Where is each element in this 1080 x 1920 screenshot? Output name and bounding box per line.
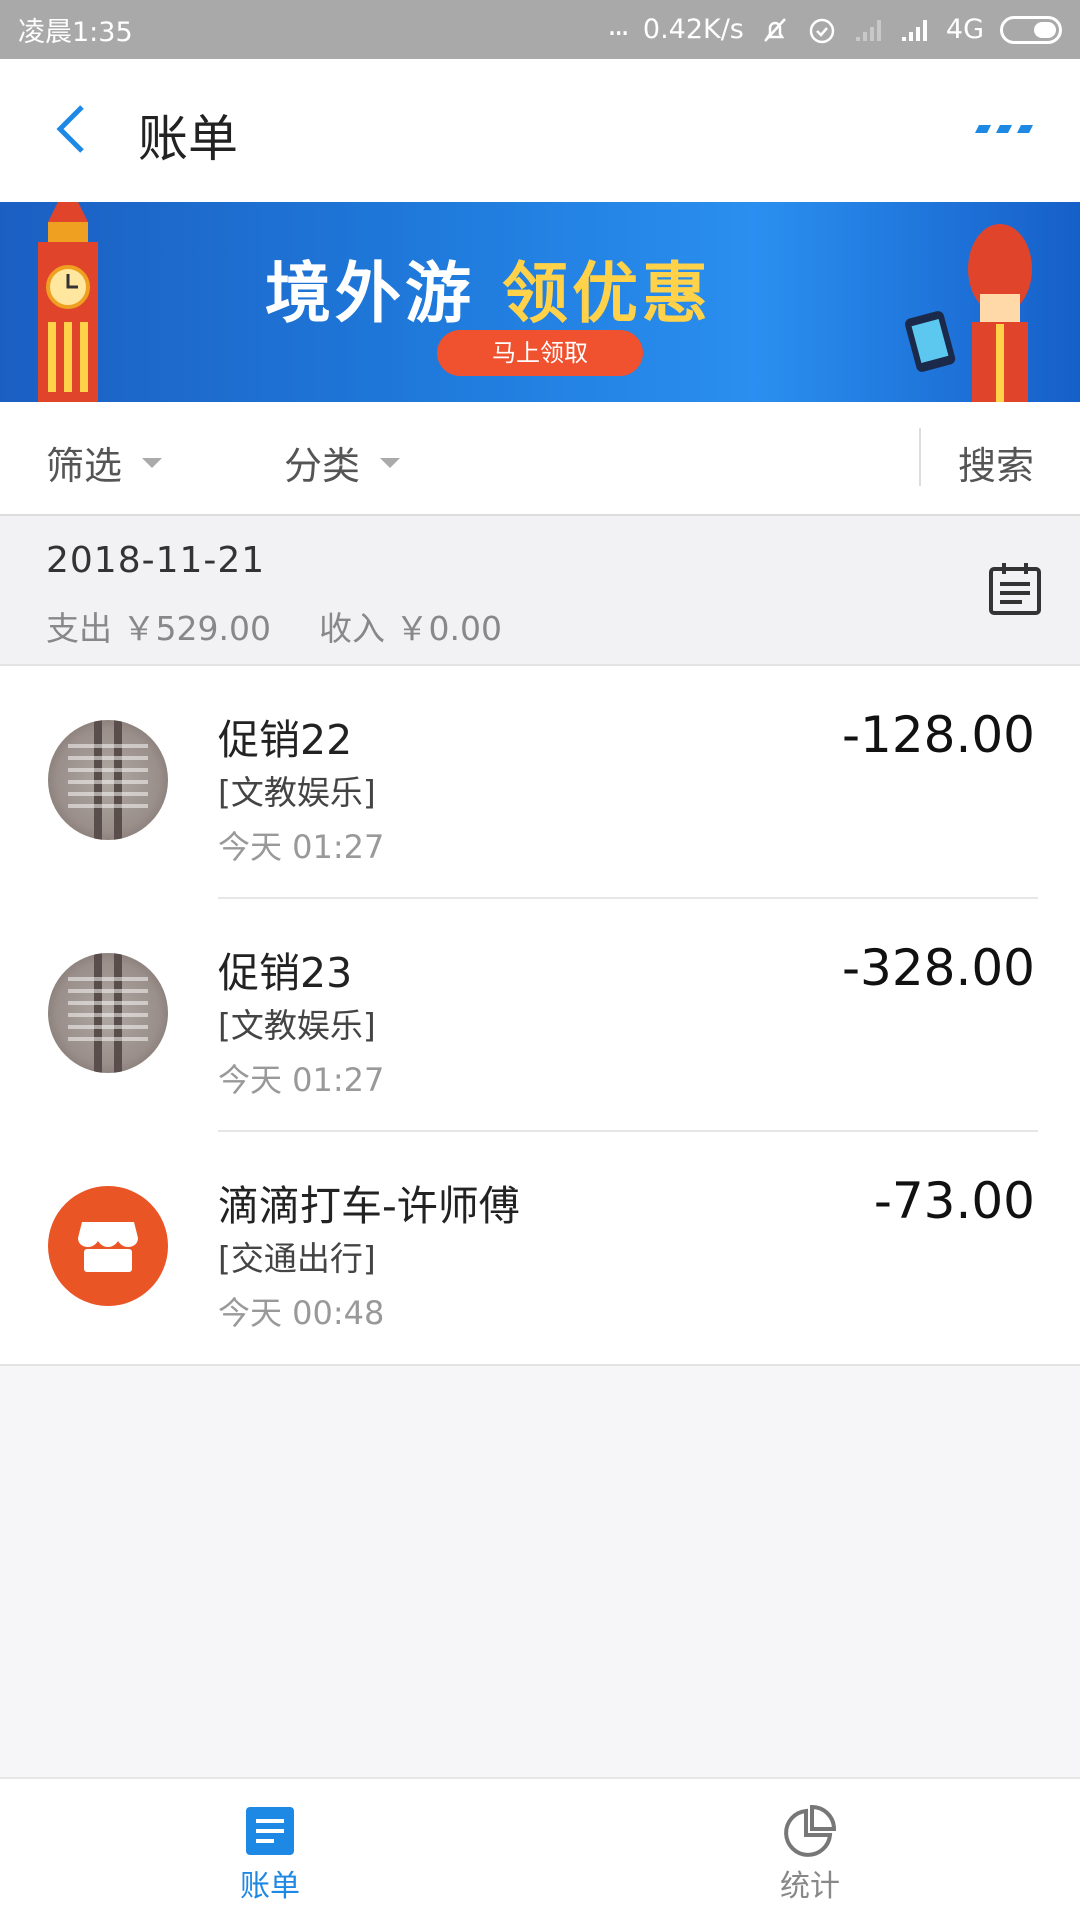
more-button[interactable] [968,109,1038,149]
clock-tower-icon [38,202,98,402]
expense-total: 支出 ￥529.00 [46,609,271,648]
transaction-list: 促销22 [文教娱乐] 今天 01:27 -128.00 促销23 [文教娱乐]… [0,666,1080,1366]
pie-chart-icon [784,1804,837,1857]
chevron-left-icon [56,105,84,153]
transaction-category: [交通出行] [218,1239,376,1278]
document-photo-icon [48,953,168,1073]
bottom-tab-bar: 账单 统计 [0,1777,1080,1920]
summary-stats: 支出 ￥529.00 收入 ￥0.00 [46,602,502,650]
page-title: 账单 [138,110,238,168]
banner-title: 境外游 领优惠 [265,240,712,336]
notification-dots: ... [607,8,630,43]
bill-list-icon [246,1807,294,1855]
shop-icon [48,1186,168,1306]
back-button[interactable] [40,99,100,159]
top-bar: 账单 [0,59,1080,202]
caret-down-icon [142,457,163,468]
status-icons: ... 0.42K/s 4G [607,8,1062,46]
status-bar: 凌晨1:35 ... 0.42K/s 4G [0,0,1080,59]
divider [919,428,921,486]
transaction-name: 滴滴打车-许师傅 [218,1182,520,1230]
summary-date: 2018-11-21 [46,540,266,581]
transaction-amount: -73.00 [873,1172,1035,1230]
caret-down-icon [380,457,401,468]
transaction-category: [文教娱乐] [218,1006,376,1045]
transaction-name: 促销23 [218,949,353,997]
signal-empty-icon [854,17,884,43]
filter-label: 筛选 [46,444,123,488]
income-total: 收入 ￥0.00 [318,609,502,648]
more-dots-icon [975,125,1033,133]
transaction-time: 今天 00:48 [218,1294,385,1332]
filter-bar: 筛选 分类 搜索 [0,402,1080,516]
filter-dropdown[interactable]: 筛选 [46,435,163,490]
battery-icon [1000,15,1062,44]
category-dropdown[interactable]: 分类 [284,435,401,490]
category-label: 分类 [284,444,361,488]
day-summary: 2018-11-21 支出 ￥529.00 收入 ￥0.00 [0,516,1080,666]
tab-label: 统计 [780,1869,840,1904]
document-photo-icon [48,720,168,840]
calendar-button[interactable] [986,560,1046,620]
banner-claim-button[interactable]: 马上领取 [437,330,643,376]
transaction-name: 促销22 [218,716,353,764]
signal-icon [900,17,930,43]
network-type: 4G [945,14,984,45]
search-button[interactable]: 搜索 [958,435,1034,490]
tab-label: 账单 [240,1869,300,1904]
alarm-icon [806,14,838,46]
royal-guard-icon [905,224,1032,402]
transaction-amount: -128.00 [842,706,1035,764]
transaction-amount: -328.00 [842,939,1035,997]
transaction-row[interactable]: 促销23 [文教娱乐] 今天 01:27 -328.00 [0,899,1080,1132]
status-time: 凌晨1:35 [18,17,133,48]
network-speed: 0.42K/s [642,14,744,45]
mute-bell-icon [760,15,790,45]
tab-statistics[interactable]: 统计 [750,1803,870,1905]
transaction-time: 今天 01:27 [218,828,385,866]
transaction-category: [文教娱乐] [218,773,376,812]
calendar-icon [989,563,1041,615]
banner-title-main: 境外游 [265,255,475,332]
transaction-row[interactable]: 滴滴打车-许师傅 [交通出行] 今天 00:48 -73.00 [0,1132,1080,1365]
promo-banner[interactable]: 境外游 领优惠 马上领取 [0,202,1080,402]
tab-bills[interactable]: 账单 [210,1803,330,1905]
banner-title-accent: 领优惠 [501,255,712,332]
transaction-time: 今天 01:27 [218,1061,385,1099]
transaction-row[interactable]: 促销22 [文教娱乐] 今天 01:27 -128.00 [0,666,1080,899]
